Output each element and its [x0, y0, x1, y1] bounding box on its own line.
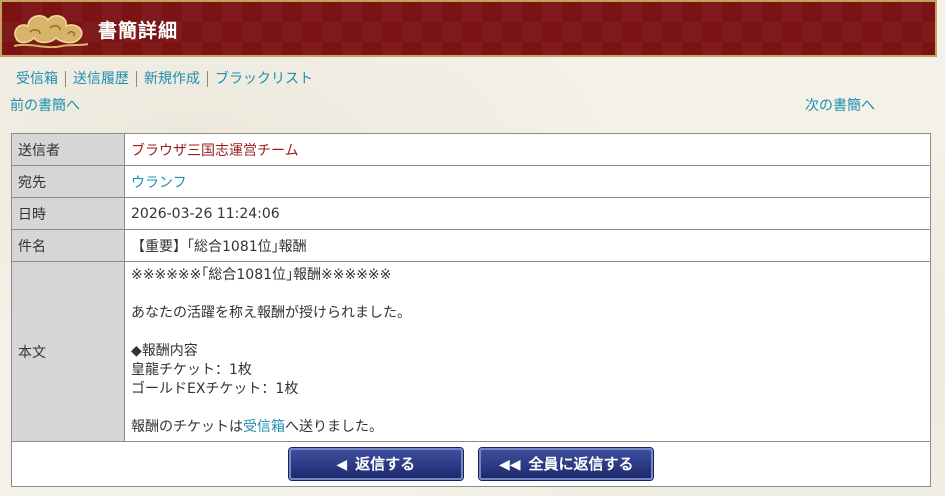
date-label: 日時 [11, 197, 125, 230]
nav-divider [136, 71, 137, 87]
nav-compose-link[interactable]: 新規作成 [144, 71, 200, 87]
reply-button[interactable]: ◀ 返信する [288, 448, 463, 480]
nav-inbox-link[interactable]: 受信箱 [16, 71, 58, 87]
prev-letter-link[interactable]: 前の書簡へ [10, 95, 80, 115]
body-line: ゴールドEXチケット：1枚 [131, 381, 299, 397]
body-content: ※※※※※※｢総合1081位｣報酬※※※※※※ あなたの活躍を称え報酬が授けられ… [124, 261, 931, 442]
body-line: ◆報酬内容 [131, 343, 198, 359]
sender-label: 送信者 [11, 133, 125, 166]
nav-divider [65, 71, 66, 87]
mail-nav: 受信箱 送信履歴 新規作成 ブラックリスト [16, 68, 313, 88]
nav-divider [207, 71, 208, 87]
body-row: 本文 ※※※※※※｢総合1081位｣報酬※※※※※※ あなたの活躍を称え報酬が授… [11, 261, 931, 442]
recipient-label: 宛先 [11, 165, 125, 198]
body-line: 皇龍チケット：1枚 [131, 362, 252, 378]
subject-label: 件名 [11, 229, 125, 262]
recipient-link[interactable]: ウランフ [131, 175, 187, 191]
action-row: ◀ 返信する ◀◀ 全員に返信する [11, 441, 931, 487]
body-line: ※※※※※※｢総合1081位｣報酬※※※※※※ [131, 267, 392, 283]
body-line: 報酬のチケットは受信箱へ送りました。 [131, 419, 383, 435]
date-value: 2026-03-26 11:24:06 [124, 197, 931, 230]
cloud-emblem-icon [13, 15, 89, 49]
subject-row: 件名 【重要】｢総合1081位｣報酬 [11, 229, 931, 262]
double-arrow-left-icon: ◀◀ [498, 457, 521, 473]
sender-row: 送信者 ブラウザ三国志運営チーム [11, 133, 931, 166]
nav-blacklist-link[interactable]: ブラックリスト [215, 71, 313, 87]
next-letter-link[interactable]: 次の書簡へ [805, 95, 875, 115]
page-title: 書簡詳細 [98, 20, 179, 42]
body-line: あなたの活躍を称え報酬が授けられました。 [131, 305, 411, 321]
sender-value: ブラウザ三国志運営チーム [131, 142, 299, 159]
letter-detail-table: 送信者 ブラウザ三国志運営チーム 宛先 ウランフ 日時 2026-03-26 1… [11, 133, 931, 487]
body-inbox-link[interactable]: 受信箱 [243, 419, 285, 435]
reply-all-button[interactable]: ◀◀ 全員に返信する [479, 448, 654, 480]
subject-value: 【重要】｢総合1081位｣報酬 [124, 229, 931, 262]
body-label: 本文 [11, 261, 125, 442]
page-header: 書簡詳細 [0, 0, 937, 57]
nav-sent-history-link[interactable]: 送信履歴 [73, 71, 129, 87]
date-row: 日時 2026-03-26 11:24:06 [11, 197, 931, 230]
arrow-left-icon: ◀ [336, 457, 348, 473]
recipient-row: 宛先 ウランフ [11, 165, 931, 198]
